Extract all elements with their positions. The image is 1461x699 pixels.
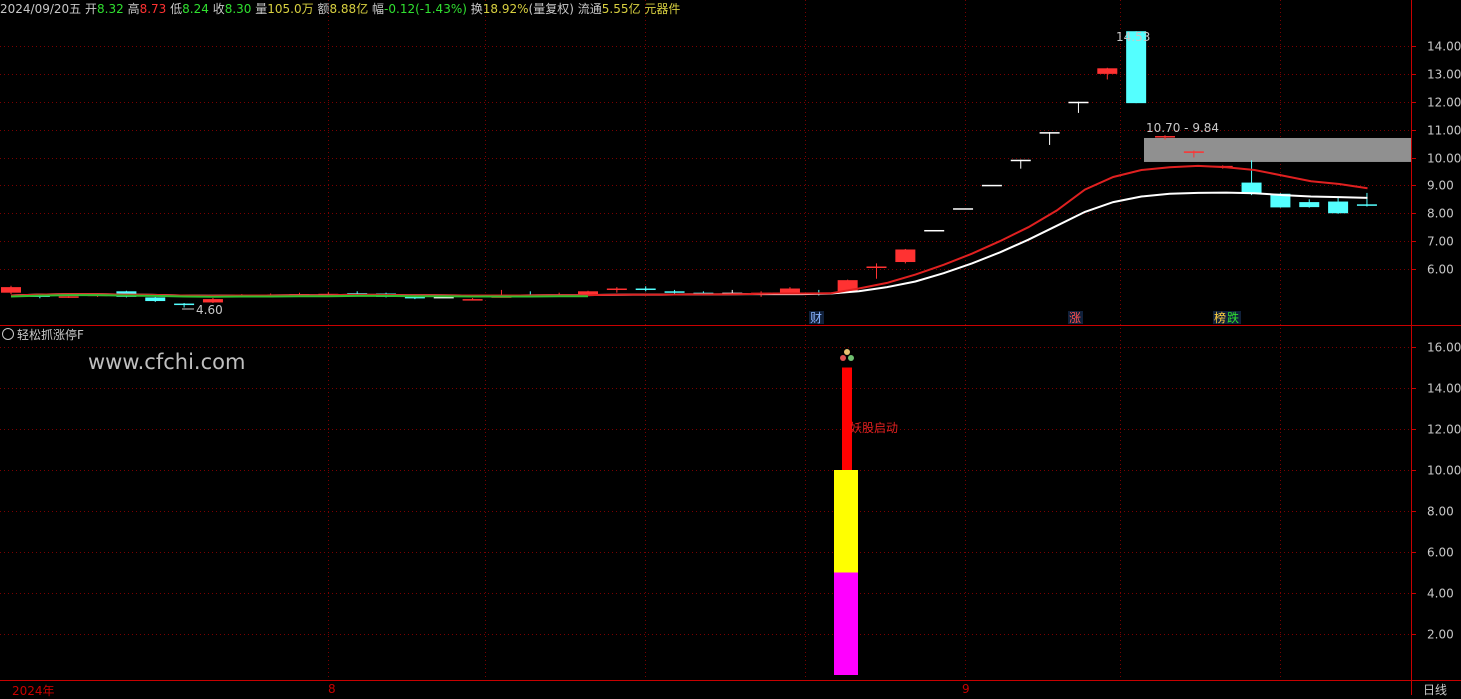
indicator-title-row[interactable]: 轻松抓涨停F — [2, 326, 84, 344]
open-value: 8.32 — [97, 2, 124, 16]
candle-body — [174, 303, 195, 306]
indicator-tick-label: 8.00 — [1427, 505, 1454, 519]
candle-body — [895, 249, 916, 263]
amount-value: 8.88亿 — [329, 2, 369, 16]
candle-body — [1328, 201, 1349, 214]
watermark: www.cfchi.com — [88, 350, 246, 374]
signal-text: 妖股启动 — [850, 421, 898, 435]
price-tick-label: 6.00 — [1427, 263, 1454, 277]
indicator-tick-label: 6.00 — [1427, 546, 1454, 560]
indicator-tick-label: 12.00 — [1427, 423, 1461, 437]
volume-label: 量 — [255, 2, 268, 16]
price-zone — [1144, 137, 1411, 162]
candle-body — [202, 299, 223, 303]
candle-body — [635, 288, 656, 291]
open-label: 开 — [85, 2, 98, 16]
period-button[interactable]: 日线 — [1423, 681, 1447, 698]
marker-bang: 榜 — [1214, 310, 1226, 325]
indicator-tick-label: 14.00 — [1427, 382, 1461, 396]
price-tick-label: 12.00 — [1427, 96, 1461, 110]
candle-body — [1155, 136, 1175, 138]
marker-die: 跌 — [1227, 310, 1239, 325]
candle-body — [1068, 101, 1089, 104]
high-price-label: 14.53 — [1116, 30, 1150, 44]
change-value: -0.12(-1.43%) — [384, 2, 467, 16]
candle-body — [606, 288, 627, 291]
turnover-label: 换 — [470, 2, 483, 16]
candle-body — [981, 184, 1002, 187]
adjust-label: (量复权) — [528, 2, 574, 16]
candle-body — [1299, 202, 1320, 208]
signal-dot — [844, 349, 850, 355]
marker-zhang: 涨 — [1069, 310, 1081, 325]
price-tick-label: 10.00 — [1427, 152, 1461, 166]
candle-body — [1, 287, 21, 293]
price-tick-label: 13.00 — [1427, 68, 1461, 82]
x-axis-year: 2024年 — [12, 684, 55, 698]
low-price-label: 4.60 — [196, 303, 223, 317]
float-label: 流通 — [577, 2, 602, 16]
indicator-bar-segment — [834, 470, 858, 573]
indicator-tick-label: 4.00 — [1427, 587, 1454, 601]
indicator-bar-segment — [842, 367, 852, 470]
candle-body — [779, 288, 800, 293]
close-value: 8.30 — [224, 2, 252, 16]
price-tick-label: 11.00 — [1427, 124, 1461, 138]
price-tick-label: 14.00 — [1427, 40, 1461, 54]
low-label: 低 — [170, 2, 183, 16]
ma-slow-line — [10, 191, 1368, 297]
candle-body — [1010, 159, 1031, 162]
close-label: 收 — [212, 2, 225, 16]
indicator-tick-label: 2.00 — [1427, 628, 1454, 642]
high-value: 8.73 — [139, 2, 167, 16]
indicator-bar-segment — [834, 572, 858, 675]
price-tick-label: 8.00 — [1427, 207, 1454, 221]
quote-info-bar: 2024/09/20五 开8.32 高8.73 低8.24 收8.30 量105… — [0, 0, 680, 18]
signal-icon — [840, 349, 854, 361]
candle-body — [145, 297, 166, 302]
volume-value: 105.0万 — [267, 2, 314, 16]
candle-body — [578, 291, 598, 295]
indicator-title: 轻松抓涨停F — [17, 328, 84, 342]
candle-body — [953, 208, 974, 210]
x-axis-sep: 9 — [962, 682, 970, 696]
indicator-tick-label: 16.00 — [1427, 341, 1461, 355]
amount-label: 额 — [317, 2, 330, 16]
candle-body — [1356, 204, 1377, 206]
indicator-tick-label: 10.00 — [1427, 464, 1461, 478]
change-label: 幅 — [372, 2, 385, 16]
candle-body — [58, 296, 79, 298]
candle-body — [664, 291, 685, 293]
candle-body — [866, 266, 887, 268]
candle-body — [462, 299, 483, 301]
marker-fin: 财 — [810, 311, 822, 325]
high-label: 高 — [127, 2, 140, 16]
candle-body — [1039, 132, 1060, 134]
signal-dot — [848, 355, 854, 361]
turnover-value: 18.92% — [482, 2, 529, 16]
date-label: 2024/09/20五 — [0, 2, 82, 16]
candle-body — [1183, 151, 1204, 153]
zone-label: 10.70 - 9.84 — [1146, 121, 1219, 135]
price-tick-label: 9.00 — [1427, 179, 1454, 193]
signal-dot — [840, 355, 846, 361]
kline-chart[interactable]: 14.00 13.00 12.00 11.00 10.00 9.00 8.00 7.00 6.0… — [0, 0, 1461, 695]
x-axis-aug: 8 — [328, 682, 336, 696]
candle-body — [924, 229, 945, 232]
low-value: 8.24 — [182, 2, 209, 16]
price-tick-label: 7.00 — [1427, 235, 1454, 249]
float-value: 5.55亿 — [601, 2, 641, 16]
indicator-toggle-icon[interactable] — [2, 328, 14, 340]
sector-label: 元器件 — [644, 2, 681, 16]
candle-body — [1097, 68, 1118, 74]
